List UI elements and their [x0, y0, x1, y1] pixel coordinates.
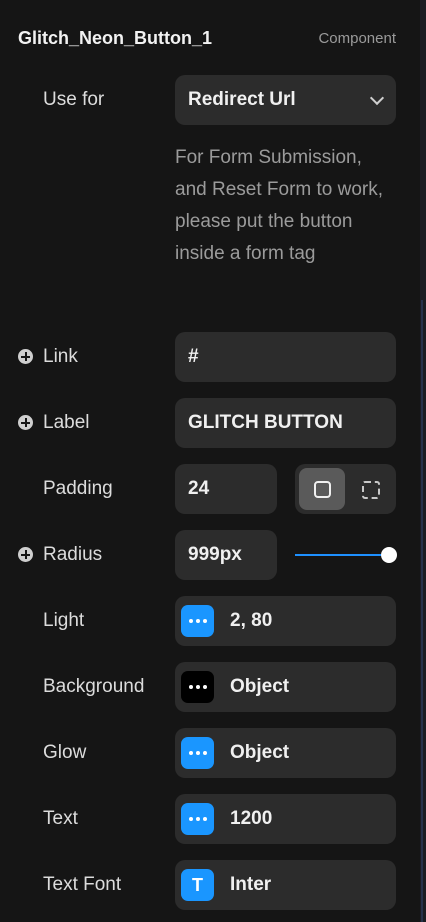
component-title: Glitch_Neon_Button_1	[18, 27, 213, 48]
text-font-field[interactable]: T Inter	[175, 860, 396, 910]
link-input[interactable]: #	[175, 332, 396, 382]
label-input[interactable]: GLITCH BUTTON	[175, 398, 396, 448]
text-label: Text	[43, 808, 78, 829]
light-swatch[interactable]	[181, 605, 214, 637]
add-link-icon[interactable]	[18, 349, 33, 364]
dashed-square-icon	[362, 481, 380, 499]
glow-label: Glow	[43, 742, 87, 763]
radius-value: 999px	[188, 544, 242, 565]
text-field[interactable]: 1200	[175, 794, 396, 844]
text-font-row: Text Font T Inter	[18, 860, 396, 910]
individual-padding-button[interactable]	[349, 468, 392, 510]
glow-field[interactable]: Object	[175, 728, 396, 778]
component-type-label: Component	[318, 29, 396, 47]
radius-label: Radius	[43, 544, 103, 565]
radius-row: Radius 999px	[18, 530, 397, 580]
rounded-square-icon	[314, 481, 331, 498]
padding-value: 24	[188, 478, 210, 499]
properties-panel: Glitch_Neon_Button_1 Component Use for R…	[0, 0, 420, 922]
label-prop-label: Label	[43, 412, 90, 433]
light-field[interactable]: 2, 80	[175, 596, 396, 646]
padding-mode-toggle	[295, 464, 396, 514]
background-value: Object	[230, 676, 290, 697]
glow-swatch[interactable]	[181, 737, 214, 769]
font-t-icon: T	[192, 874, 203, 895]
text-value: 1200	[230, 808, 273, 829]
padding-input[interactable]: 24	[175, 464, 277, 514]
background-label: Background	[43, 676, 145, 697]
use-for-value: Redirect Url	[188, 89, 296, 110]
background-field[interactable]: Object	[175, 662, 396, 712]
padding-label: Padding	[43, 478, 113, 499]
uniform-padding-button[interactable]	[299, 468, 345, 510]
link-row: Link #	[18, 332, 396, 382]
radius-input[interactable]: 999px	[175, 530, 277, 580]
background-row: Background Object	[18, 662, 396, 712]
chevron-down-icon	[369, 90, 385, 106]
light-label: Light	[43, 610, 85, 631]
panel-header: Glitch_Neon_Button_1 Component	[18, 26, 396, 50]
panel-edge-line	[421, 300, 423, 922]
radius-slider-thumb[interactable]	[381, 547, 397, 563]
use-for-select[interactable]: Redirect Url	[175, 75, 396, 125]
label-row: Label GLITCH BUTTON	[18, 398, 396, 448]
text-row: Text 1200	[18, 794, 396, 844]
link-value: #	[188, 346, 199, 367]
use-for-label: Use for	[43, 89, 105, 110]
add-radius-icon[interactable]	[18, 547, 33, 562]
label-value: GLITCH BUTTON	[188, 412, 343, 433]
background-swatch[interactable]	[181, 671, 214, 703]
radius-slider-track	[295, 554, 389, 556]
radius-slider[interactable]	[295, 530, 397, 580]
text-font-value: Inter	[230, 874, 272, 895]
glow-value: Object	[230, 742, 290, 763]
text-font-label: Text Font	[43, 874, 122, 895]
glow-row: Glow Object	[18, 728, 396, 778]
add-label-icon[interactable]	[18, 415, 33, 430]
more-dots-icon	[188, 685, 207, 689]
padding-row: Padding 24	[18, 464, 396, 514]
panel-edge	[420, 0, 426, 922]
light-value: 2, 80	[230, 610, 273, 631]
text-swatch[interactable]	[181, 803, 214, 835]
light-row: Light 2, 80	[18, 596, 396, 646]
link-label: Link	[43, 346, 78, 367]
use-for-row: Use for Redirect Url	[18, 75, 396, 125]
more-dots-icon	[188, 619, 207, 623]
text-font-swatch[interactable]: T	[181, 869, 214, 901]
use-for-help-text: For Form Submission, and Reset Form to w…	[175, 147, 384, 264]
more-dots-icon	[188, 817, 207, 821]
more-dots-icon	[188, 751, 207, 755]
